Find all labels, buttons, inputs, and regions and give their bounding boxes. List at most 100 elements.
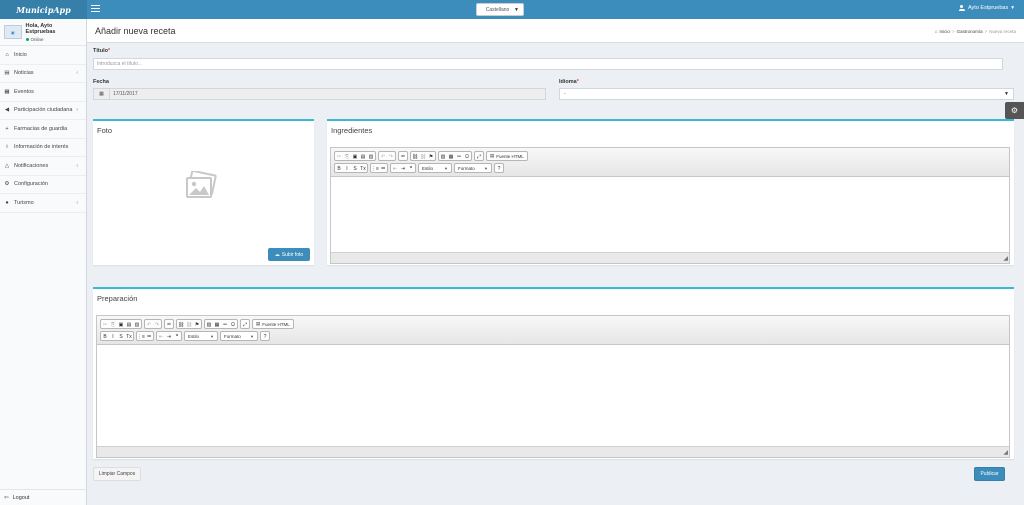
paste-word-icon[interactable]: ▥ (367, 152, 375, 161)
language-dropdown[interactable]: - ▼ (559, 88, 1014, 100)
photo-title: Foto (97, 126, 113, 135)
page-title: Añadir nueva receta (95, 26, 176, 36)
upload-photo-button[interactable]: ☁ Subir foto (268, 248, 310, 261)
anchor-icon[interactable]: ⚑ (427, 152, 435, 161)
numbered-list-icon[interactable]: ⋮≡ (371, 164, 379, 173)
image-icon[interactable]: ▨ (439, 152, 447, 161)
remove-format-icon[interactable]: Tx (359, 164, 367, 173)
link-icon[interactable]: ⛓ (177, 320, 185, 329)
ingredients-box: Ingredientes ✂ ⎘ ▣ ▤ ▥ ↶ ↷ ᵃᵇ ⛓ ⛓ ⚑ ▨ ▦ ═ Ω ⤢ ▤ Fuente HT… (327, 119, 1014, 265)
sidebar-item-label: Turismo (14, 199, 34, 206)
user-panel: ▣ Hola, Ayto Estpruebas Online (0, 19, 86, 46)
logout-icon: ⇦ (4, 494, 9, 501)
strike-icon[interactable]: S (351, 164, 359, 173)
ingredients-editor[interactable]: ✂ ⎘ ▣ ▤ ▥ ↶ ↷ ᵃᵇ ⛓ ⛓ ⚑ ▨ ▦ ═ Ω ⤢ ▤ Fuente HTML B I S Tx ⋮≡ ≔ ⇤ ⇥ ❞… (330, 147, 1010, 264)
bullet-list-icon[interactable]: ≔ (379, 164, 387, 173)
sidebar-item[interactable]: ◀ Participación ciudadana ‹ (0, 102, 86, 120)
italic-icon[interactable]: I (109, 332, 117, 341)
sidebar-menu: ⌂ Inicio ▤ Noticias ‹ ▦ Eventos ◀ Participación … (0, 46, 86, 213)
paste-icon[interactable]: ▣ (351, 152, 359, 161)
sidebar-item[interactable]: ▤ Noticias ‹ (0, 65, 86, 83)
paste-icon[interactable]: ▣ (117, 320, 125, 329)
paste-text-icon[interactable]: ▤ (359, 152, 367, 161)
sidebar-item[interactable]: ▦ Eventos (0, 83, 86, 102)
content-header: Añadir nueva receta ⌂ Inicio > Gastronom… (87, 19, 1024, 43)
bullet-list-icon[interactable]: ≔ (145, 332, 153, 341)
sidebar-item[interactable]: △ Notificaciones ‹ (0, 157, 86, 176)
numbered-list-icon[interactable]: ⋮≡ (137, 332, 145, 341)
chevron-left-icon: ‹ (76, 199, 78, 206)
indent-icon[interactable]: ⇥ (165, 332, 173, 341)
sidebar-item[interactable]: + Farmacias de guardia (0, 120, 86, 139)
blockquote-icon[interactable]: ❞ (407, 164, 415, 173)
special-char-icon[interactable]: Ω (229, 320, 237, 329)
cut-icon[interactable]: ✂ (335, 152, 343, 161)
user-name: Ayto Estpruebas (967, 5, 1009, 11)
help-icon[interactable]: ? (495, 164, 503, 173)
outdent-icon[interactable]: ⇤ (391, 164, 399, 173)
bold-icon[interactable]: B (101, 332, 109, 341)
undo-icon[interactable]: ↶ (379, 152, 387, 161)
user-menu[interactable]: Ayto Estpruebas ▾ (958, 5, 1014, 11)
italic-icon[interactable]: I (343, 164, 351, 173)
unlink-icon[interactable]: ⛓ (185, 320, 193, 329)
sidebar-item[interactable]: ⚙ Configuración (0, 176, 86, 194)
maximize-icon[interactable]: ⤢ (241, 320, 249, 329)
source-html-button[interactable]: ▤ Fuente HTML (486, 151, 528, 161)
image-icon[interactable]: ▨ (205, 320, 213, 329)
copy-icon[interactable]: ⎘ (109, 320, 117, 329)
style-combo[interactable]: Estilo ▼ (418, 163, 452, 173)
breadcrumb-home[interactable]: Inicio (939, 29, 950, 34)
bold-icon[interactable]: B (335, 164, 343, 173)
blockquote-icon[interactable]: ❞ (173, 332, 181, 341)
redo-icon[interactable]: ↷ (387, 152, 395, 161)
logout-link[interactable]: ⇦ Logout (0, 489, 86, 505)
table-icon[interactable]: ▦ (447, 152, 455, 161)
user-icon (958, 5, 965, 11)
sidebar-item[interactable]: ⌂ Inicio (0, 46, 86, 65)
special-char-icon[interactable]: Ω (463, 152, 471, 161)
logo-area[interactable]: MunicipApp (0, 0, 87, 19)
help-icon[interactable]: ? (261, 332, 269, 341)
sidebar-toggle-icon[interactable] (91, 5, 100, 13)
editor-content[interactable] (331, 177, 1009, 251)
breadcrumb-gastronomia[interactable]: Gastronomía (957, 29, 983, 34)
style-combo[interactable]: Estilo ▼ (184, 331, 218, 341)
link-icon[interactable]: ⛓ (411, 152, 419, 161)
strike-icon[interactable]: S (117, 332, 125, 341)
table-icon[interactable]: ▦ (213, 320, 221, 329)
anchor-icon[interactable]: ⚑ (193, 320, 201, 329)
date-label: Fecha (93, 79, 109, 85)
title-input[interactable]: Introduzca el título... (93, 58, 1003, 70)
resize-handle-icon[interactable]: ◢ (1003, 256, 1008, 262)
undo-icon[interactable]: ↶ (145, 320, 153, 329)
horizontal-line-icon[interactable]: ═ (221, 320, 229, 329)
source-html-button[interactable]: ▤ Fuente HTML (252, 319, 294, 329)
spellcheck-icon[interactable]: ᵃᵇ (165, 320, 173, 329)
indent-icon[interactable]: ⇥ (399, 164, 407, 173)
format-combo[interactable]: Formato ▼ (220, 331, 258, 341)
format-combo[interactable]: Formato ▼ (454, 163, 492, 173)
settings-gear-button[interactable]: ⚙ (1005, 102, 1024, 119)
maximize-icon[interactable]: ⤢ (475, 152, 483, 161)
cut-icon[interactable]: ✂ (101, 320, 109, 329)
horizontal-line-icon[interactable]: ═ (455, 152, 463, 161)
calendar-icon: ▦ (4, 88, 10, 95)
remove-format-icon[interactable]: Tx (125, 332, 133, 341)
paste-word-icon[interactable]: ▥ (133, 320, 141, 329)
copy-icon[interactable]: ⎘ (343, 152, 351, 161)
redo-icon[interactable]: ↷ (153, 320, 161, 329)
paste-text-icon[interactable]: ▤ (125, 320, 133, 329)
publish-button[interactable]: Publicar (974, 467, 1005, 481)
preparation-editor[interactable]: ✂ ⎘ ▣ ▤ ▥ ↶ ↷ ᵃᵇ ⛓ ⛓ ⚑ ▨ ▦ ═ Ω ⤢ ▤ Fuente HTML B I S Tx ⋮≡ ≔ ⇤ ⇥ ❞… (96, 315, 1010, 458)
language-select[interactable]: Castellano ▼ (476, 3, 524, 16)
date-field: ▦ 17/11/2017 (93, 88, 546, 100)
spellcheck-icon[interactable]: ᵃᵇ (399, 152, 407, 161)
outdent-icon[interactable]: ⇤ (157, 332, 165, 341)
editor-content[interactable] (97, 345, 1009, 445)
clear-fields-button[interactable]: Limpiar Campos (93, 467, 141, 481)
sidebar-item[interactable]: i Información de interés (0, 139, 86, 157)
sidebar-item[interactable]: ● Turismo ‹ (0, 194, 86, 213)
unlink-icon[interactable]: ⛓ (419, 152, 427, 161)
resize-handle-icon[interactable]: ◢ (1003, 450, 1008, 456)
